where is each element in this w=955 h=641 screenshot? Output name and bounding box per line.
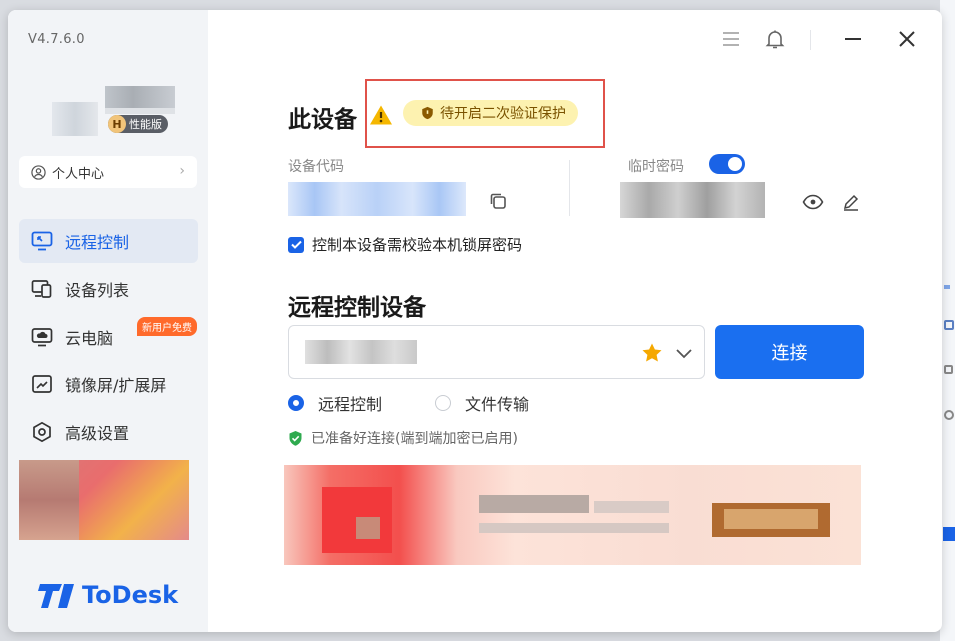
remote-control-title: 远程控制设备	[288, 295, 426, 321]
devices-icon	[31, 280, 52, 298]
edit-pencil-icon[interactable]	[841, 192, 861, 212]
chevron-down-icon[interactable]	[675, 344, 693, 362]
eye-icon[interactable]	[802, 193, 824, 211]
temp-password-toggle[interactable]	[709, 154, 745, 174]
sidebar-item-mirror-screen[interactable]: 镜像屏/扩展屏	[19, 362, 198, 406]
menu-button[interactable]	[720, 28, 742, 54]
minimize-button[interactable]	[842, 28, 864, 54]
version-label: V4.7.6.0	[28, 32, 85, 47]
mirror-screen-icon	[32, 375, 52, 393]
device-code-label: 设备代码	[288, 159, 344, 175]
promo-banner[interactable]	[284, 465, 861, 565]
personal-center-button[interactable]: 个人中心 ›	[19, 156, 197, 188]
sidebar-item-advanced-settings[interactable]: 高级设置	[19, 410, 198, 454]
partner-device-code-input[interactable]	[288, 325, 705, 379]
checkbox-checked[interactable]	[288, 236, 304, 253]
close-button[interactable]	[896, 28, 918, 54]
sidebar-item-label: 设备列表	[65, 281, 130, 300]
partner-code-value-redacted	[305, 340, 417, 364]
mode-label: 远程控制	[318, 395, 383, 414]
personal-center-label: 个人中心	[52, 166, 105, 182]
connection-status: 已准备好连接(端到端加密已启用)	[288, 428, 518, 448]
avatar[interactable]	[52, 102, 98, 136]
sidebar-item-label: 远程控制	[65, 233, 130, 252]
username-redacted-underline	[105, 108, 175, 114]
sidebar-item-label: 云电脑	[65, 329, 114, 348]
todesk-window: V4.7.6.0 H 性能版 个人中心 › 远程控制 设备列表 云电脑 新用户免…	[8, 10, 942, 632]
connection-status-label: 已准备好连接(端到端加密已启用)	[311, 431, 518, 447]
edition-badge[interactable]: H 性能版	[108, 115, 168, 133]
radio-selected[interactable]	[288, 395, 304, 411]
device-info-divider	[569, 160, 570, 216]
shield-check-icon	[289, 430, 302, 446]
sidebar-item-label: 高级设置	[65, 424, 130, 443]
sidebar: V4.7.6.0 H 性能版 个人中心 › 远程控制 设备列表 云电脑 新用户免…	[8, 10, 208, 632]
close-icon	[899, 31, 915, 47]
todesk-logo: ToDesk	[38, 580, 178, 610]
sidebar-ad-banner[interactable]	[19, 460, 189, 540]
mode-file-transfer-radio[interactable]: 文件传输	[435, 391, 529, 415]
edition-badge-letter: H	[108, 115, 126, 133]
brand-name: ToDesk	[82, 581, 179, 609]
copy-icon[interactable]	[488, 191, 508, 211]
device-code-value-redacted	[288, 182, 466, 216]
monitor-remote-icon	[31, 231, 53, 251]
sidebar-item-remote-control[interactable]: 远程控制	[19, 219, 198, 263]
title-divider	[810, 30, 811, 50]
user-circle-icon	[31, 164, 46, 180]
username-redacted	[105, 86, 175, 108]
temp-password-value-redacted	[620, 182, 765, 218]
bell-icon	[765, 30, 785, 49]
connect-button[interactable]: 连接	[715, 325, 864, 379]
mode-label: 文件传输	[465, 395, 530, 414]
checkmark-icon	[290, 240, 302, 249]
temp-password-label: 临时密码	[628, 159, 684, 175]
mode-remote-control-radio[interactable]: 远程控制	[288, 391, 382, 415]
radio-unselected[interactable]	[435, 395, 451, 411]
minimize-icon	[845, 38, 861, 40]
notifications-button[interactable]	[764, 28, 786, 54]
todesk-logo-icon	[38, 584, 74, 608]
this-device-title: 此设备	[288, 107, 357, 133]
sidebar-item-label: 镜像屏/扩展屏	[65, 376, 167, 395]
menu-icon	[723, 32, 739, 46]
lock-screen-verify-checkbox[interactable]: 控制本设备需校验本机锁屏密码	[288, 234, 522, 255]
lock-screen-verify-label: 控制本设备需校验本机锁屏密码	[312, 236, 523, 254]
new-user-free-tag: 新用户免费	[137, 317, 197, 336]
annotation-highlight-box	[365, 79, 605, 148]
background-window-strip	[940, 0, 955, 641]
edition-badge-label: 性能版	[129, 118, 162, 131]
sidebar-item-device-list[interactable]: 设备列表	[19, 267, 198, 311]
settings-icon	[33, 421, 51, 443]
cloud-pc-icon	[31, 328, 53, 347]
chevron-right-icon: ›	[179, 163, 185, 179]
star-icon[interactable]	[641, 342, 663, 364]
